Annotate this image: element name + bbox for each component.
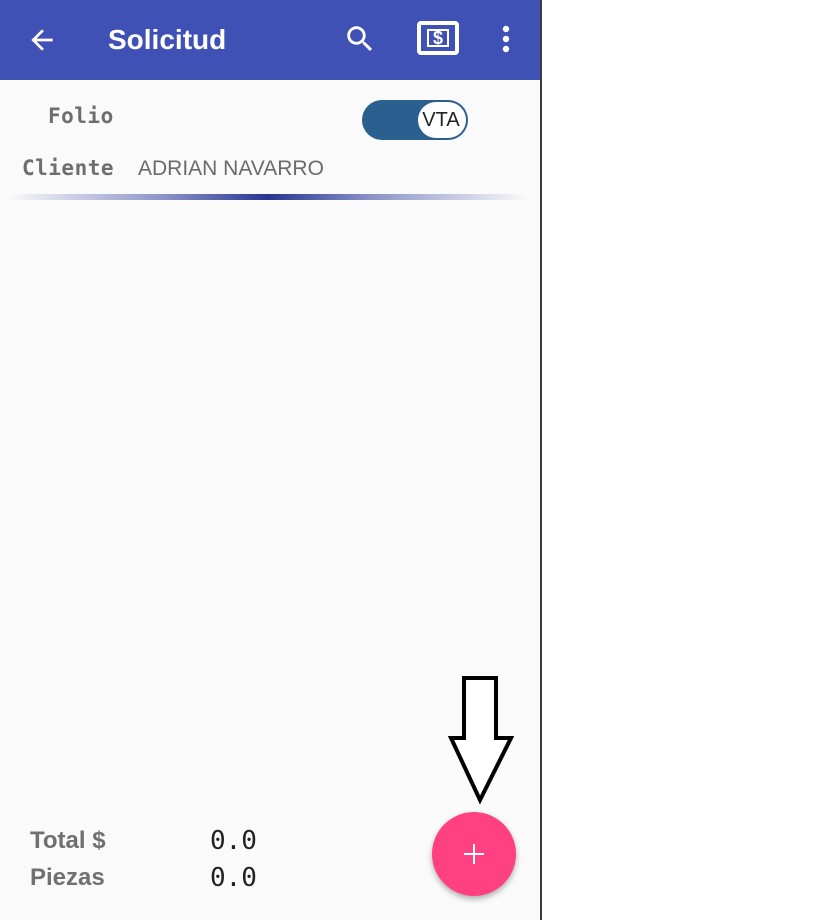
more-vert-icon[interactable]	[494, 22, 518, 56]
back-icon[interactable]	[26, 24, 58, 56]
total-value: 0.0	[210, 826, 257, 856]
money-icon[interactable]: $	[417, 21, 459, 55]
svg-text:$: $	[433, 28, 443, 48]
piezas-label: Piezas	[30, 864, 105, 891]
phone-screen: Solicitud $ Folio VTA Cliente ADRIAN NAV…	[0, 0, 542, 920]
divider	[8, 194, 528, 200]
cliente-label: Cliente	[22, 156, 115, 180]
page-title: Solicitud	[108, 24, 227, 55]
total-label: Total $	[30, 827, 106, 854]
search-icon[interactable]	[343, 22, 377, 56]
piezas-value: 0.0	[210, 863, 257, 893]
toggle-label: VTA	[422, 109, 460, 131]
add-button[interactable]	[432, 812, 516, 896]
down-arrow-annotation-icon	[448, 676, 514, 804]
vta-toggle[interactable]: VTA	[362, 100, 468, 140]
app-bar: Solicitud $	[0, 0, 540, 80]
cliente-value: ADRIAN NAVARRO	[138, 157, 324, 180]
plus-icon	[464, 844, 484, 864]
folio-label: Folio	[48, 104, 114, 128]
